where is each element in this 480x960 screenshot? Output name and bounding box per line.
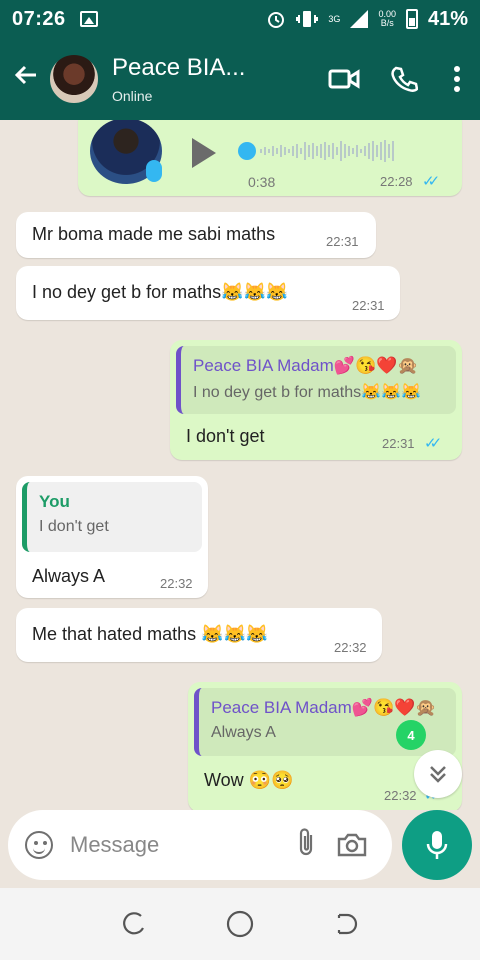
message-incoming[interactable]: Me that hated maths 😹😹😹 22:32 (16, 608, 382, 662)
status-time: 07:26 (12, 7, 66, 30)
unread-count-badge: 4 (396, 720, 426, 750)
contact-name: Peace BIA... (112, 54, 246, 81)
battery-percent: 41% (427, 7, 468, 30)
message-time: 22:31 (326, 234, 359, 249)
double-chevron-down-icon (430, 766, 446, 783)
quote-author: You (39, 492, 70, 511)
message-time: 22:31 (352, 298, 385, 313)
gallery-notification-icon (79, 11, 98, 27)
message-input[interactable] (70, 832, 290, 858)
voice-duration: 0:38 (248, 174, 276, 190)
camera-icon[interactable] (322, 831, 382, 859)
chat-header: Peace BIA... Online (0, 38, 480, 120)
video-call-icon[interactable] (314, 59, 374, 99)
message-time: 22:32 (384, 788, 417, 803)
home-icon[interactable] (225, 909, 255, 939)
status-icons: 3G 0.00 B/s 41% (266, 8, 468, 31)
waveform[interactable] (260, 140, 436, 162)
more-options-icon[interactable] (434, 59, 480, 99)
quoted-message[interactable]: You I don't get (22, 482, 202, 552)
network-speed-unit: B/s (380, 18, 394, 28)
emoji-button[interactable] (8, 831, 70, 859)
quote-text: I no dey get b for maths😹😹😹 (193, 384, 421, 401)
chat-area[interactable]: 0:38 22:28 ✓✓ Mr boma made me sabi maths… (0, 120, 480, 810)
network-speed: 0.00 B/s (378, 10, 396, 28)
message-incoming[interactable]: I no dey get b for maths😹😹😹 22:31 (16, 266, 400, 320)
alarm-icon (268, 12, 285, 28)
voice-message[interactable]: 0:38 22:28 ✓✓ (78, 120, 462, 196)
battery-icon (405, 9, 418, 29)
message-text: Wow 😳🥺 (204, 770, 294, 790)
scroll-to-bottom-button[interactable] (414, 750, 462, 798)
read-ticks-icon: ✓✓ (422, 173, 440, 190)
message-outgoing-reply[interactable]: Peace BIA Madam💕😘❤️🙊 I no dey get b for … (170, 340, 462, 460)
back-icon[interactable] (332, 909, 362, 939)
signal-icon (350, 10, 369, 28)
quote-author: Peace BIA Madam💕😘❤️🙊 (193, 356, 419, 375)
message-text: I don't get (186, 426, 265, 446)
message-incoming-reply[interactable]: You I don't get Always A 22:32 (16, 476, 208, 598)
message-incoming[interactable]: Mr boma made me sabi maths 22:31 (16, 212, 376, 258)
recent-apps-icon[interactable] (118, 909, 148, 939)
play-icon[interactable] (192, 138, 216, 168)
voice-time: 22:28 (380, 174, 413, 189)
quoted-message[interactable]: Peace BIA Madam💕😘❤️🙊 I no dey get b for … (176, 346, 456, 414)
message-text: Always A (32, 566, 106, 586)
message-composer (8, 810, 392, 880)
voice-call-icon[interactable] (374, 59, 434, 99)
status-bar: 07:26 3G 0.00 B/s 41% (0, 0, 480, 38)
voice-record-button[interactable] (402, 810, 472, 880)
vibrate-icon (296, 11, 319, 27)
quote-author: Peace BIA Madam💕😘❤️🙊 (211, 698, 437, 717)
microphone-icon (426, 831, 448, 859)
quote-text: I don't get (39, 518, 109, 535)
seek-handle[interactable] (238, 142, 256, 160)
network-type: 3G (328, 13, 341, 24)
message-time: 22:32 (160, 576, 193, 591)
message-time: 22:32 (334, 640, 367, 655)
message-time: 22:31 (382, 436, 415, 451)
message-text: Me that hated maths 😹😹😹 (32, 624, 269, 644)
read-ticks-icon: ✓✓ (424, 435, 442, 452)
system-nav-bar (0, 888, 480, 960)
message-text: I no dey get b for maths😹😹😹 (32, 282, 289, 302)
attach-icon[interactable] (290, 826, 322, 865)
mic-badge-icon (146, 160, 162, 182)
emoji-icon (25, 831, 53, 859)
contact-avatar[interactable] (48, 53, 100, 105)
back-arrow-icon[interactable] (4, 61, 48, 97)
contact-status: Online (112, 88, 153, 104)
message-text: Mr boma made me sabi maths (32, 224, 276, 244)
contact-info[interactable]: Peace BIA... Online (112, 54, 314, 104)
